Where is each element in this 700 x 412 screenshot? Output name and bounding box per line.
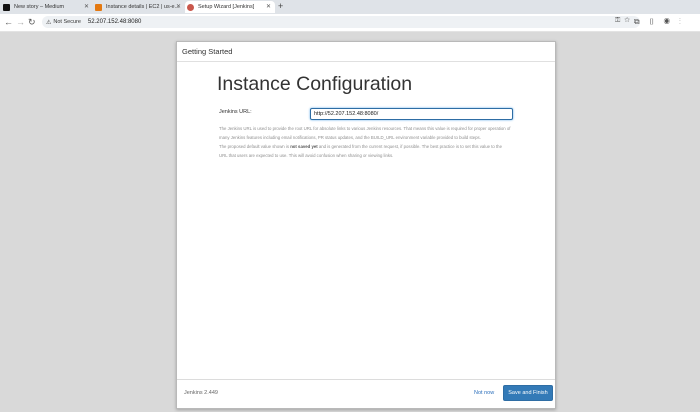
- setup-wizard-dialog: Getting Started Instance Configuration J…: [176, 41, 556, 409]
- url-text[interactable]: 52.207.152.48:8080: [88, 19, 141, 25]
- help-text: The Jenkins URL is used to provide the r…: [219, 124, 511, 160]
- omnibox-icons: ⚿☆: [615, 17, 634, 25]
- close-icon[interactable]: ✕: [176, 3, 181, 10]
- toolbar-icons: ⧉▯◉⋮: [634, 17, 690, 27]
- back-icon[interactable]: ←: [4, 17, 13, 27]
- help-text-bold: not saved yet: [290, 144, 318, 149]
- jenkins-url-label: Jenkins URL:: [219, 109, 252, 115]
- browser-toolbar: ← → ↻ ⚠ Not Secure 52.207.152.48:8080 ⚿☆…: [0, 14, 700, 32]
- sidepanel-icon[interactable]: ▯: [649, 17, 664, 26]
- security-label: Not Secure: [53, 19, 81, 25]
- reload-icon[interactable]: ↻: [28, 17, 36, 28]
- address-bar[interactable]: ⚠ Not Secure 52.207.152.48:8080 ⚿☆: [42, 16, 640, 28]
- page-title: Instance Configuration: [217, 73, 413, 95]
- forward-icon[interactable]: →: [16, 17, 25, 27]
- key-icon[interactable]: ⚿: [615, 17, 624, 24]
- tab-title: New story – Medium: [14, 4, 65, 10]
- aws-icon: [95, 3, 102, 11]
- help-text-part: The proposed default value shown is: [219, 144, 291, 149]
- close-icon[interactable]: ✕: [266, 3, 271, 10]
- save-and-finish-button[interactable]: Save and Finish: [503, 385, 553, 401]
- help-paragraph-1: The Jenkins URL is used to provide the r…: [219, 126, 511, 140]
- wizard-header: Getting Started: [177, 42, 555, 62]
- medium-icon: [3, 3, 10, 11]
- help-paragraph-2: The proposed default value shown is not …: [219, 142, 511, 160]
- tab-title: Instance details | EC2 | us-e...: [106, 4, 180, 10]
- tab-medium[interactable]: New story – Medium ✕: [3, 1, 93, 13]
- menu-icon[interactable]: ⋮: [679, 17, 690, 26]
- warning-icon: ⚠: [46, 19, 52, 26]
- tab-ec2[interactable]: Instance details | EC2 | us-e... ✕: [95, 1, 185, 13]
- close-icon[interactable]: ✕: [84, 3, 89, 10]
- tab-strip: New story – Medium ✕ Instance details | …: [0, 0, 700, 14]
- new-tab-button[interactable]: +: [278, 1, 283, 11]
- bookmark-star-icon[interactable]: ☆: [624, 17, 634, 24]
- jenkins-url-input[interactable]: http://52.207.152.48:8080/: [310, 108, 513, 120]
- extensions-icon[interactable]: ⧉: [634, 17, 649, 26]
- jenkins-icon: [187, 3, 194, 11]
- tab-title: Setup Wizard [Jenkins]: [198, 4, 255, 10]
- not-now-button[interactable]: Not now: [474, 390, 494, 396]
- jenkins-version: Jenkins 2.449: [184, 390, 218, 396]
- profile-icon[interactable]: ◉: [664, 17, 679, 26]
- tab-jenkins[interactable]: Setup Wizard [Jenkins] ✕: [185, 1, 275, 13]
- security-chip[interactable]: ⚠ Not Secure: [46, 19, 81, 26]
- wizard-footer: Jenkins 2.449 Not now Save and Finish: [177, 379, 555, 408]
